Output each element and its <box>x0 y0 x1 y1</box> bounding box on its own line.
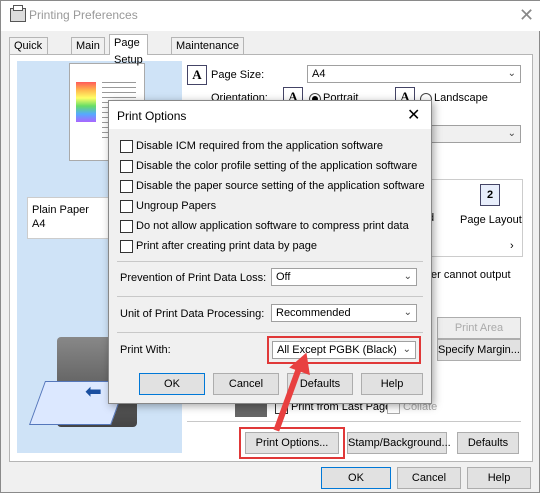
hidden-select[interactable]: ⌄ <box>431 125 521 143</box>
chevron-down-icon: ⌄ <box>403 307 412 318</box>
no-compress-checkbox[interactable] <box>120 220 133 233</box>
page-layout-icon: 2 <box>480 184 500 206</box>
print-options-button[interactable]: Print Options... <box>245 432 339 454</box>
print-by-page-checkbox[interactable] <box>120 240 133 253</box>
media-type: Plain Paper <box>32 204 89 216</box>
scroll-right-icon[interactable]: › <box>510 240 514 252</box>
arrow-left-icon: ⬅ <box>85 381 102 403</box>
help-button[interactable]: Help <box>467 467 531 489</box>
dialog-divider <box>117 261 423 262</box>
dialog-help-button[interactable]: Help <box>361 373 423 395</box>
chevron-down-icon: ⌄ <box>403 271 412 282</box>
chevron-down-icon: ⌄ <box>507 128 516 139</box>
defaults-button[interactable]: Defaults <box>457 432 519 454</box>
dialog-ok-button[interactable]: OK <box>139 373 205 395</box>
page-size-label: Page Size: <box>211 69 265 81</box>
no-compress-label: Do not allow application software to com… <box>136 220 409 232</box>
landscape-label: Landscape <box>434 92 488 104</box>
ungroup-papers-label: Ungroup Papers <box>136 200 217 212</box>
media-size: A4 <box>32 218 46 230</box>
specify-margin-button[interactable]: Specify Margin... <box>437 339 521 361</box>
prevention-label: Prevention of Print Data Loss: <box>120 272 267 284</box>
disable-icm-label: Disable ICM required from the applicatio… <box>136 140 384 152</box>
page-size-value: A4 <box>312 68 326 80</box>
cancel-button[interactable]: Cancel <box>397 467 461 489</box>
disable-paper-source-checkbox[interactable] <box>120 180 133 193</box>
prevention-value: Off <box>276 271 291 283</box>
title-bar: Printing Preferences ✕ <box>1 1 540 31</box>
disable-paper-source-label: Disable the paper source setting of the … <box>136 180 425 192</box>
dialog-title: Print Options <box>117 109 187 123</box>
chevron-down-icon: ⌄ <box>402 344 411 355</box>
dialog-divider <box>117 296 423 297</box>
color-bars-image <box>76 82 96 122</box>
ungroup-papers-checkbox[interactable] <box>120 200 133 213</box>
unit-select[interactable]: Recommended ⌄ <box>271 304 417 322</box>
print-by-page-label: Print after creating print data by page <box>136 240 317 252</box>
tab-maintenance[interactable]: Maintenance <box>171 37 244 55</box>
window-close-icon[interactable]: ✕ <box>519 5 534 26</box>
printer-app-icon <box>10 5 26 22</box>
dialog-title-bar: Print Options ✕ <box>109 101 431 129</box>
tab-page-setup[interactable]: Page Setup <box>109 34 148 66</box>
cannot-output-text: er cannot output <box>431 269 511 281</box>
dialog-divider <box>117 332 423 333</box>
disable-color-profile-label: Disable the color profile setting of the… <box>136 160 418 172</box>
disable-color-profile-checkbox[interactable] <box>120 160 133 173</box>
print-with-label: Print With: <box>120 344 171 356</box>
ok-button[interactable]: OK <box>321 467 391 489</box>
divider <box>187 421 521 422</box>
prevention-select[interactable]: Off ⌄ <box>271 268 417 286</box>
disable-icm-checkbox[interactable] <box>120 140 133 153</box>
dialog-close-icon[interactable]: ✕ <box>407 105 420 125</box>
print-options-dialog: Print Options ✕ Disable ICM required fro… <box>108 100 432 404</box>
tab-quick-setup[interactable]: Quick Setup <box>9 37 48 69</box>
unit-label: Unit of Print Data Processing: <box>120 308 265 320</box>
print-area-setup-button[interactable]: Print Area Setup... <box>437 317 521 354</box>
window-title: Printing Preferences <box>29 8 138 22</box>
page-size-select[interactable]: A4 ⌄ <box>307 65 521 83</box>
dialog-cancel-button[interactable]: Cancel <box>213 373 279 395</box>
tab-main[interactable]: Main <box>71 37 105 55</box>
page-size-icon: A <box>187 65 207 85</box>
page-layout-label[interactable]: Page Layout <box>460 214 522 226</box>
chevron-down-icon: ⌄ <box>507 68 516 79</box>
page-layout-list: d 2 Page Layout › <box>428 179 523 257</box>
stamp-background-button[interactable]: Stamp/Background... <box>347 432 451 454</box>
unit-value: Recommended <box>276 307 351 319</box>
